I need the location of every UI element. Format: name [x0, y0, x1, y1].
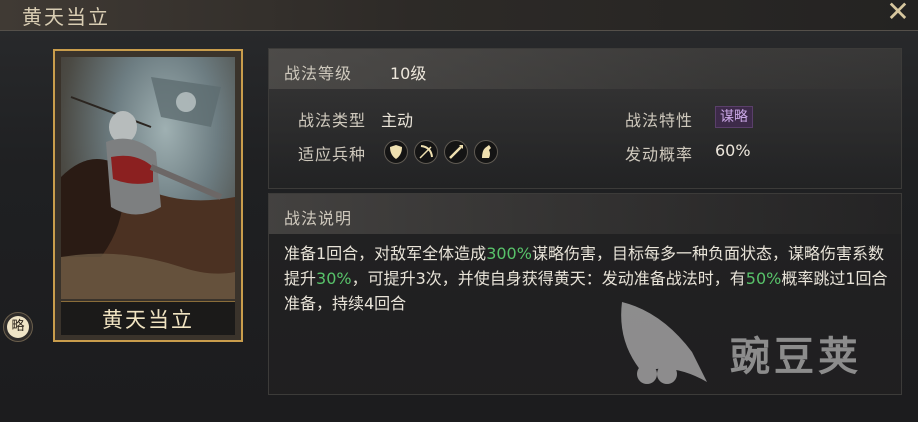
- watermark-text: 豌豆荚: [730, 334, 862, 380]
- skill-type-value: 主动: [381, 111, 414, 130]
- description-highlight: 50%: [745, 269, 782, 288]
- spear-troop-icon: [444, 140, 468, 164]
- skill-card: 黄天当立: [53, 49, 243, 342]
- strategy-badge[interactable]: 略: [3, 312, 33, 342]
- skill-level-value: 10级: [390, 64, 427, 83]
- strategy-badge-label: 略: [7, 316, 29, 338]
- description-heading: 战法说明: [284, 209, 353, 228]
- description-text: 准备1回合，对敌军全体造成300%谋略伤害，目标每多一种负面状态，谋略伤害系数提…: [284, 241, 894, 316]
- skill-card-art: [61, 57, 235, 299]
- window-title: 黄天当立: [22, 5, 110, 29]
- description-highlight: 30%: [316, 269, 352, 288]
- card-name: 黄天当立: [102, 308, 194, 332]
- skill-level-header: [269, 49, 901, 89]
- skill-trait-tag: 谋略: [715, 106, 753, 128]
- trigger-chance-label: 发动概率: [625, 145, 694, 164]
- description-highlight: 300%: [486, 244, 532, 263]
- skill-level-label: 战法等级: [284, 64, 353, 83]
- skill-stats-panel: 战法等级 10级 战法类型 主动 战法特性 谋略 适应兵种 发动概率 60%: [268, 48, 902, 189]
- skill-trait-label: 战法特性: [625, 111, 694, 130]
- bow-troop-icon: [414, 140, 438, 164]
- horse-troop-icon: [474, 140, 498, 164]
- description-segment: ，可提升3次，并使自身获得黄天：发动准备战法时，有: [351, 269, 746, 288]
- troop-types-label: 适应兵种: [298, 145, 367, 164]
- trigger-chance-value: 60%: [715, 141, 751, 160]
- shield-troop-icon: [384, 140, 408, 164]
- description-segment: 准备1回合，对敌军全体造成: [284, 244, 487, 263]
- general-on-horse-illustration: [61, 77, 235, 299]
- close-icon[interactable]: ✕: [884, 0, 912, 26]
- title-bar: 黄天当立 ✕: [0, 0, 918, 31]
- description-header: [269, 194, 901, 234]
- card-name-bar: 黄天当立: [61, 301, 235, 335]
- watermark-logo-icon: [612, 292, 722, 396]
- skill-type-label: 战法类型: [298, 111, 367, 130]
